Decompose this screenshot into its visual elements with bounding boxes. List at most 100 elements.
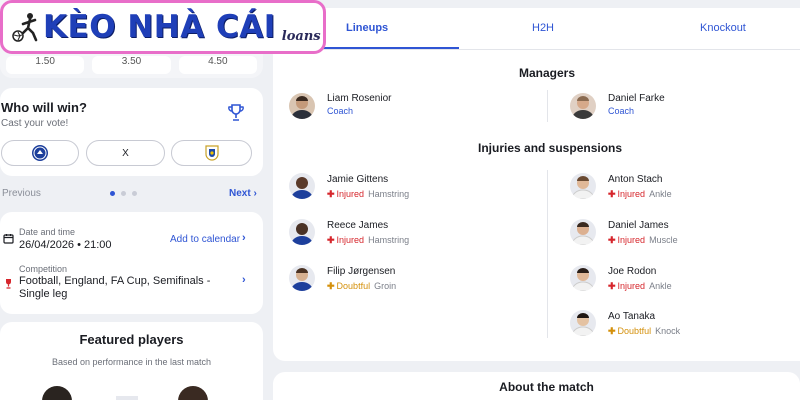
player-name[interactable]: Filip Jørgensen <box>327 266 395 277</box>
player-avatar[interactable] <box>289 173 315 199</box>
manager-name-away[interactable]: Daniel Farke <box>608 93 665 104</box>
trophy-icon <box>228 104 244 121</box>
tab-knockout[interactable]: Knockout <box>700 22 746 34</box>
odds-away[interactable]: 4.50 <box>178 56 257 74</box>
injuries-title: Injuries and suspensions <box>478 141 623 155</box>
chelsea-crest-icon <box>32 145 48 161</box>
status-text: Doubtful <box>336 281 371 291</box>
player-status: ✚ Doubtful Groin <box>327 281 396 292</box>
previous-button[interactable]: Previous <box>2 188 41 199</box>
person-photo <box>571 176 595 199</box>
injuries-divider <box>547 170 548 338</box>
vote-home-button[interactable] <box>1 140 79 166</box>
injured-cross-icon: ✚ <box>327 235 335 245</box>
injury-reason: Hamstring <box>368 189 410 199</box>
manager-avatar-home[interactable] <box>289 93 315 119</box>
injury-reason: Knock <box>655 326 681 336</box>
person-photo <box>291 96 313 119</box>
person-photo <box>291 223 313 245</box>
injury-reason: Ankle <box>649 281 672 291</box>
featured-title: Featured players <box>79 332 184 347</box>
player-status: ✚ Injured Hamstring <box>327 189 409 200</box>
managers-divider <box>547 90 548 122</box>
vote-away-button[interactable] <box>171 140 252 166</box>
player-status: ✚ Injured Muscle <box>608 235 678 246</box>
player-status: ✚ Injured Ankle <box>608 281 672 292</box>
person-photo <box>571 222 595 245</box>
site-logo[interactable]: KÈO NHÀ CÁI loans <box>0 0 326 54</box>
player-avatar[interactable] <box>570 173 596 199</box>
doubtful-cross-icon: ✚ <box>608 326 616 336</box>
calendar-icon <box>3 234 14 244</box>
player-status: ✚ Injured Hamstring <box>327 235 409 246</box>
chevron-right-icon: › <box>253 188 257 199</box>
injured-cross-icon: ✚ <box>608 281 616 291</box>
player-name[interactable]: Daniel James <box>608 220 669 231</box>
vote-draw-button[interactable]: X <box>86 140 165 166</box>
add-to-calendar-link[interactable]: Add to calendar <box>170 234 240 245</box>
trophy-competition-icon <box>6 279 11 289</box>
tab-h2h[interactable]: H2H <box>532 22 554 34</box>
injury-reason: Muscle <box>649 235 678 245</box>
player-avatar[interactable] <box>289 265 315 291</box>
player-name[interactable]: Anton Stach <box>608 174 662 185</box>
injury-reason: Hamstring <box>368 235 410 245</box>
featured-subtitle: Based on performance in the last match <box>51 357 212 367</box>
next-button[interactable]: Next › <box>229 188 257 199</box>
pager-dot[interactable] <box>110 191 115 196</box>
poll-pager: Previous Next › <box>0 187 263 201</box>
managers-title: Managers <box>519 66 576 80</box>
player-avatar[interactable] <box>570 219 596 245</box>
pager-dot[interactable] <box>132 191 137 196</box>
competition-label: Competition <box>19 264 68 274</box>
competition-line2[interactable]: Single leg <box>19 288 67 300</box>
competition-line1[interactable]: Football, England, FA Cup, Semifinals - <box>19 275 210 287</box>
player-avatar[interactable] <box>570 310 596 336</box>
logo-sub-text: loans <box>281 28 321 44</box>
player-avatar[interactable] <box>289 219 315 245</box>
pager-dots <box>110 191 137 196</box>
injury-reason: Ankle <box>649 189 672 199</box>
leeds-crest-icon <box>204 145 219 161</box>
player-name[interactable]: Reece James <box>327 220 388 231</box>
manager-avatar-away[interactable] <box>570 93 596 119</box>
doubtful-cross-icon: ✚ <box>327 281 335 291</box>
injured-cross-icon: ✚ <box>608 189 616 199</box>
status-text: Doubtful <box>617 326 652 336</box>
person-photo <box>291 268 313 291</box>
tab-lineups[interactable]: Lineups <box>346 22 388 34</box>
odds-draw[interactable]: 3.50 <box>92 56 171 74</box>
about-title: About the match <box>499 380 594 394</box>
featured-divider <box>116 396 138 400</box>
injury-reason: Groin <box>374 281 397 291</box>
player-status: ✚ Injured Ankle <box>608 189 672 200</box>
player-name[interactable]: Jamie Gittens <box>327 174 388 185</box>
person-photo <box>571 268 595 291</box>
odds-row: 1.50 3.50 4.50 <box>0 56 263 74</box>
chevron-right-icon[interactable]: › <box>242 274 246 286</box>
status-text: Injured <box>336 189 365 199</box>
person-photo <box>291 177 313 199</box>
date-value: 26/04/2026 • 21:00 <box>19 239 112 251</box>
injured-cross-icon: ✚ <box>608 235 616 245</box>
odds-home[interactable]: 1.50 <box>6 56 85 74</box>
person-photo <box>572 96 594 119</box>
manager-name-home[interactable]: Liam Rosenior <box>327 93 391 104</box>
poll-title: Who will win? <box>1 100 87 115</box>
tab-bar: Lineups H2H Knockout <box>273 8 800 50</box>
poll-subtitle: Cast your vote! <box>1 118 69 129</box>
pager-dot[interactable] <box>121 191 126 196</box>
chevron-right-icon[interactable]: › <box>242 232 246 244</box>
player-avatar[interactable] <box>570 265 596 291</box>
logo-main-text: KÈO NHÀ CÁI <box>43 9 276 45</box>
next-label: Next <box>229 188 251 199</box>
injured-cross-icon: ✚ <box>327 189 335 199</box>
status-text: Injured <box>617 189 646 199</box>
status-text: Injured <box>617 281 646 291</box>
player-name[interactable]: Ao Tanaka <box>608 311 655 322</box>
manager-role-away: Coach <box>608 106 635 116</box>
player-name[interactable]: Joe Rodon <box>608 266 656 277</box>
footballer-icon <box>12 13 38 42</box>
date-label: Date and time <box>19 227 76 237</box>
player-status: ✚ Doubtful Knock <box>608 326 680 337</box>
